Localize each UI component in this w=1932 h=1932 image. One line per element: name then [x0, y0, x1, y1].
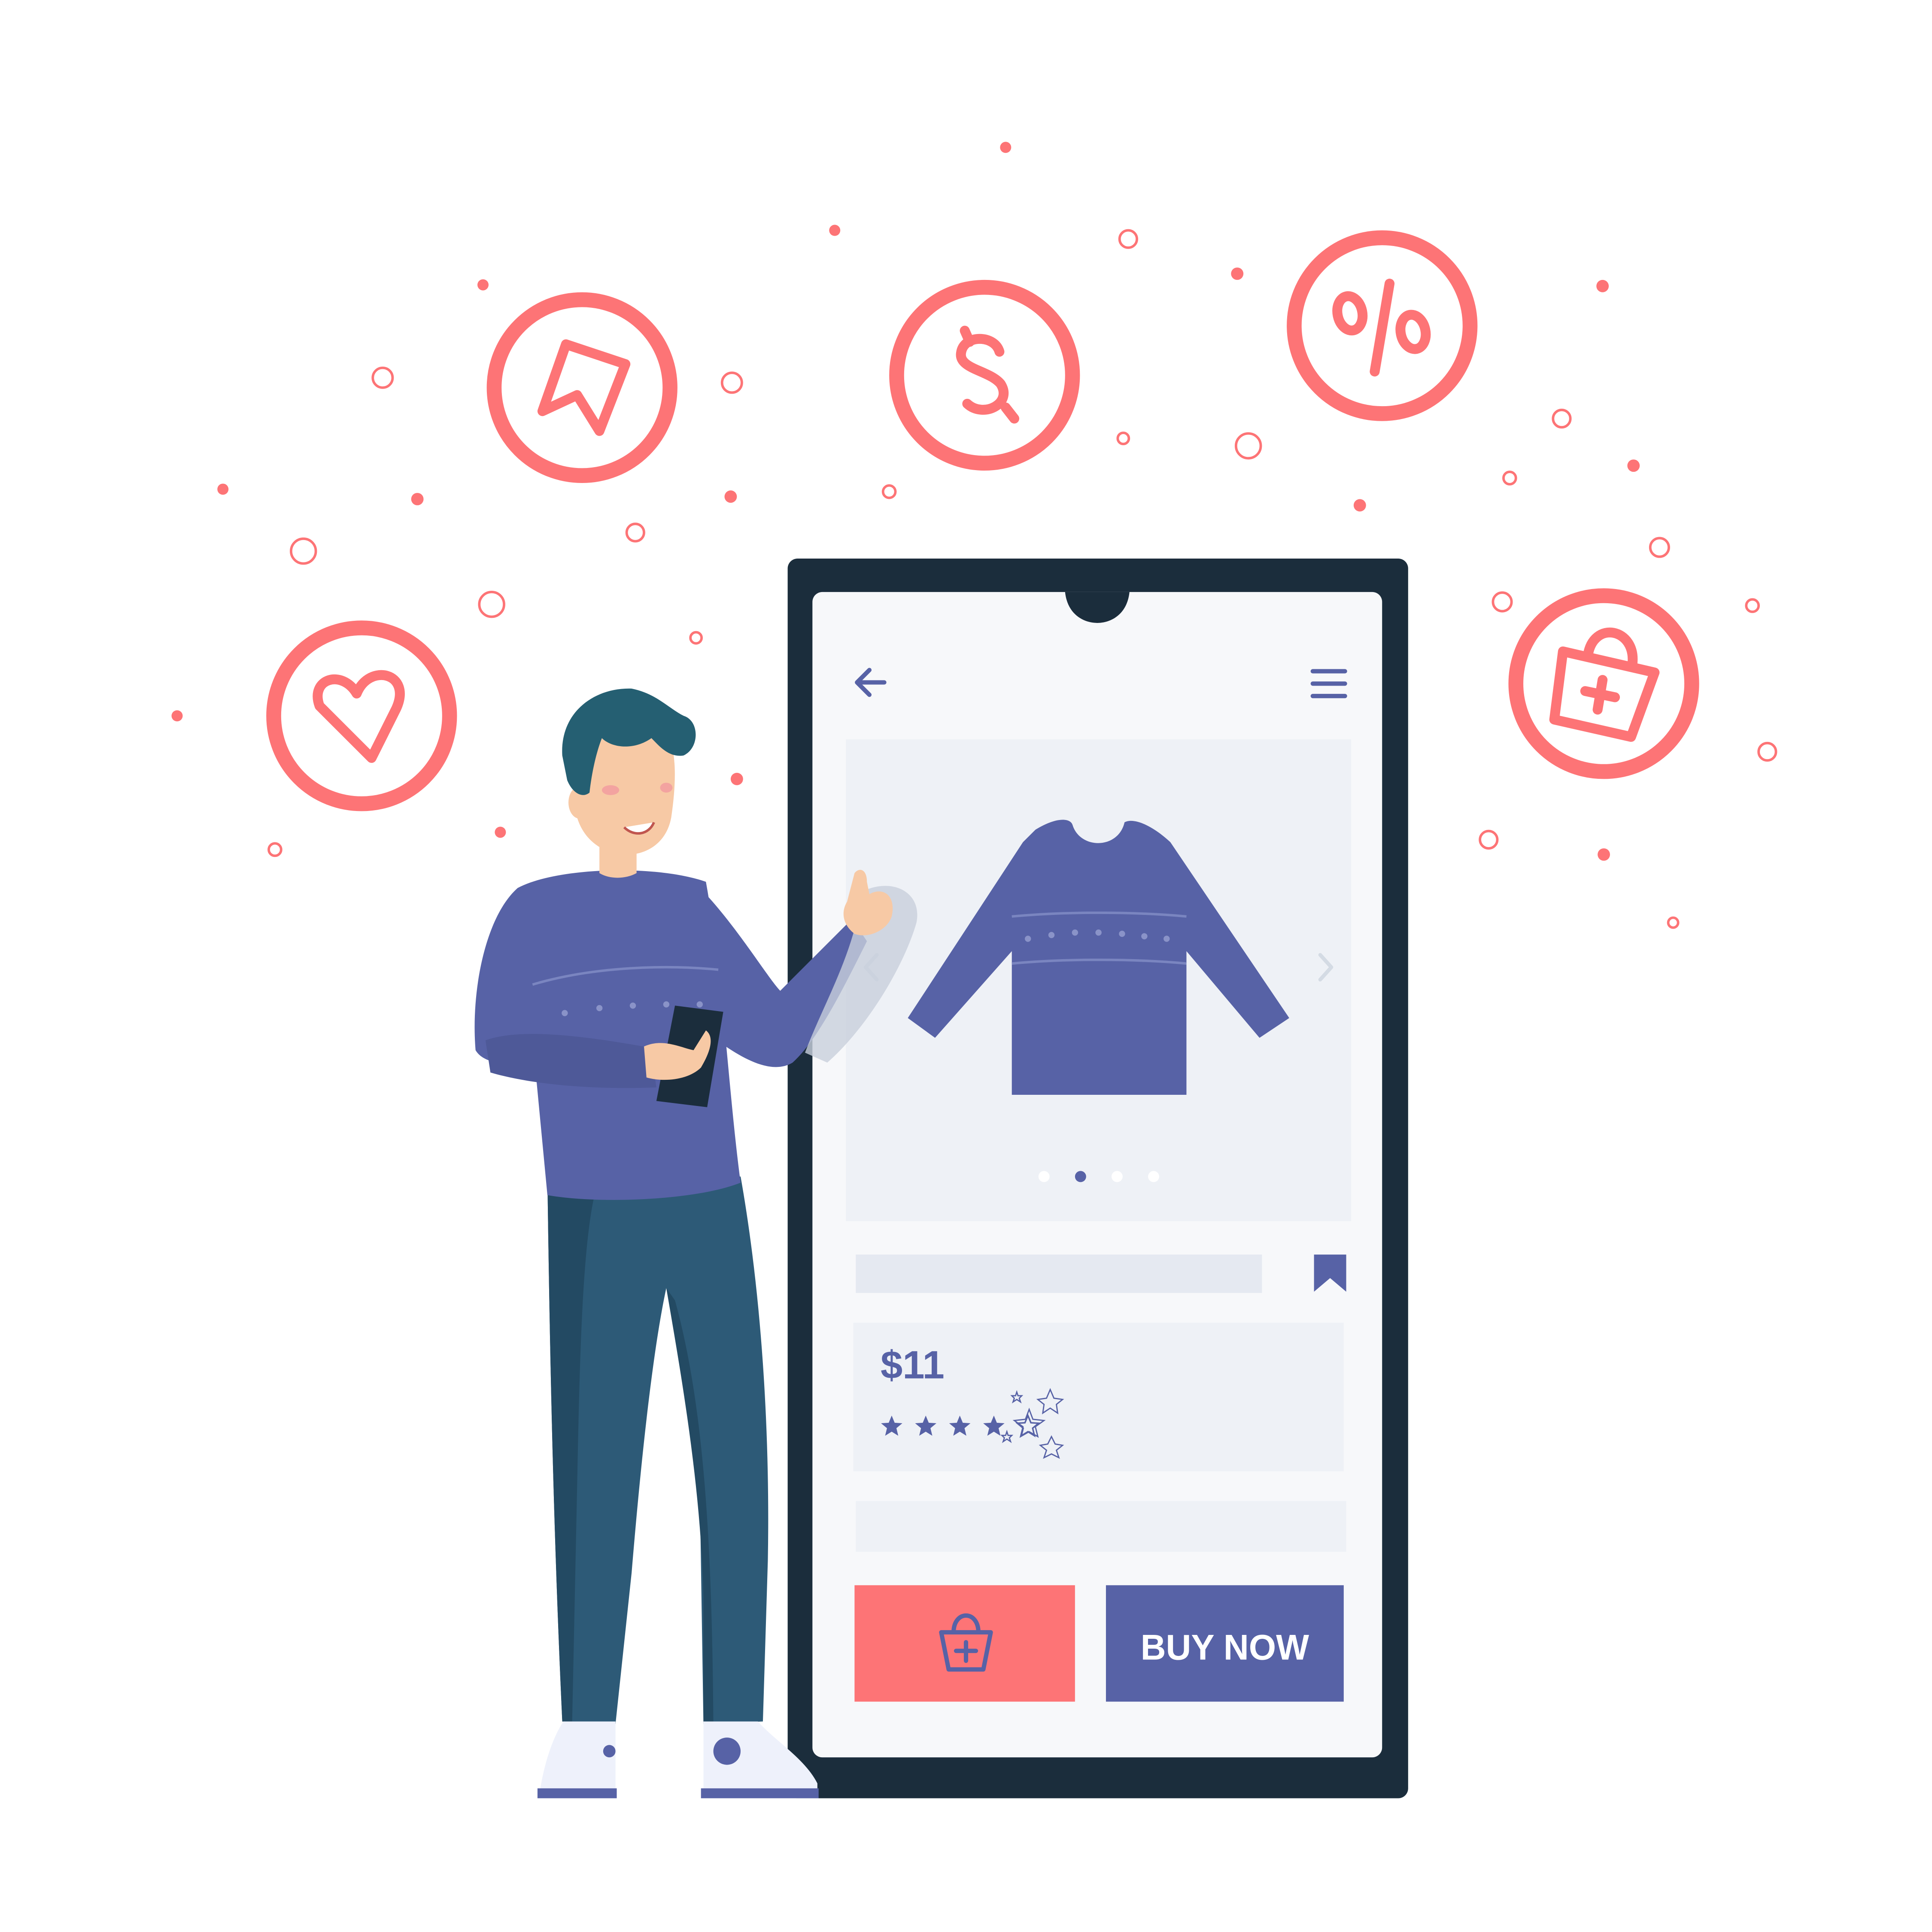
man-shoe-left-sole: [537, 1788, 617, 1798]
cursor-tag-badge: [486, 292, 677, 483]
man-shoe-left: [540, 1721, 616, 1791]
shopping-bag-plus-icon: [1549, 627, 1660, 742]
product-title-placeholder: [856, 1255, 1262, 1293]
description-placeholder: [856, 1501, 1346, 1552]
dollar-icon: [956, 325, 1020, 424]
percent-badge: [1287, 230, 1478, 421]
buy-now-button[interactable]: BUY NOW: [1106, 1585, 1344, 1702]
carousel-dot[interactable]: [1038, 1171, 1050, 1182]
shopping-bag-badge: [1508, 588, 1699, 779]
dollar-badge: [889, 279, 1080, 471]
illustration-scene: $11 BUY NOW: [171, 142, 1777, 1798]
man-shoe-right-sole: [701, 1788, 819, 1798]
man-shoe-left-dot: [603, 1745, 616, 1758]
heart-icon: [313, 670, 405, 763]
heart-badge: [266, 620, 457, 811]
phone: $11 BUY NOW: [787, 558, 1408, 1798]
add-to-cart-button[interactable]: [854, 1585, 1075, 1702]
man-shoe-right-dot: [713, 1738, 741, 1765]
carousel-dot[interactable]: [1148, 1171, 1159, 1182]
buy-now-label: BUY NOW: [1141, 1627, 1309, 1667]
percent-icon: [1332, 279, 1431, 377]
cursor-tag-icon: [537, 339, 631, 436]
carousel-dot[interactable]: [1111, 1171, 1123, 1182]
product-price: $11: [881, 1343, 945, 1387]
man-cheek-right: [660, 783, 673, 793]
carousel-dot-active[interactable]: [1075, 1171, 1086, 1182]
man-cheek-left: [601, 785, 620, 795]
